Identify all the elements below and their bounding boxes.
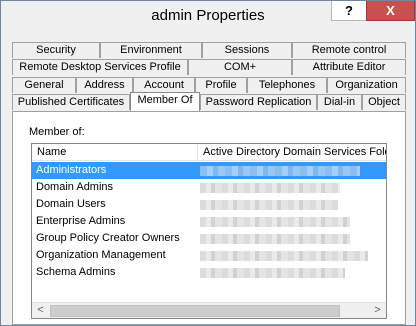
member-of-label: Member of: — [29, 126, 85, 138]
tab-attribute-editor[interactable]: Attribute Editor — [292, 59, 406, 75]
title-bar[interactable]: admin Properties ? X — [1, 1, 415, 32]
scrollbar-thumb[interactable] — [50, 305, 340, 317]
left-arrow-icon[interactable]: < — [32, 303, 49, 318]
redacted-folder-path — [200, 217, 350, 227]
properties-window: admin Properties ? X Security Environmen… — [0, 0, 416, 326]
group-name: Schema Admins — [36, 266, 116, 278]
help-button[interactable]: ? — [331, 1, 367, 21]
list-item[interactable]: Organization Management — [32, 247, 386, 264]
tab-sessions[interactable]: Sessions — [202, 42, 292, 58]
horizontal-scrollbar[interactable]: < > — [32, 302, 386, 318]
tab-com-plus[interactable]: COM+ — [188, 59, 292, 75]
group-name: Organization Management — [36, 249, 166, 261]
group-name: Group Policy Creator Owners — [36, 232, 180, 244]
list-item[interactable]: Group Policy Creator Owners — [32, 230, 386, 247]
column-header-folder[interactable]: Active Directory Domain Services Folder — [198, 144, 386, 161]
redacted-folder-path — [200, 268, 345, 278]
list-item[interactable]: Domain Admins — [32, 179, 386, 196]
redacted-folder-path — [200, 234, 350, 244]
group-name: Domain Users — [36, 198, 106, 210]
close-button[interactable]: X — [366, 1, 415, 21]
column-header-name[interactable]: Name — [32, 144, 198, 161]
tab-account[interactable]: Account — [133, 77, 195, 93]
group-name: Enterprise Admins — [36, 215, 126, 227]
tab-profile[interactable]: Profile — [195, 77, 247, 93]
tab-remote-desktop-services-profile[interactable]: Remote Desktop Services Profile — [12, 59, 188, 75]
tab-remote-control[interactable]: Remote control — [292, 42, 406, 58]
tab-environment[interactable]: Environment — [100, 42, 202, 58]
list-item[interactable]: Schema Admins — [32, 264, 386, 281]
list-item[interactable]: Administrators — [32, 162, 386, 179]
tab-object[interactable]: Object — [362, 94, 406, 110]
group-name: Domain Admins — [36, 181, 114, 193]
tab-organization[interactable]: Organization — [327, 77, 406, 93]
redacted-folder-path — [200, 200, 338, 210]
tab-published-certificates[interactable]: Published Certificates — [12, 94, 130, 110]
list-header: Name Active Directory Domain Services Fo… — [32, 144, 386, 161]
tab-dial-in[interactable]: Dial-in — [317, 94, 362, 110]
right-arrow-icon[interactable]: > — [369, 303, 386, 318]
member-of-list[interactable]: Name Active Directory Domain Services Fo… — [31, 143, 387, 319]
redacted-folder-path — [200, 251, 368, 261]
group-name: Administrators — [36, 164, 107, 176]
list-item[interactable]: Enterprise Admins — [32, 213, 386, 230]
tab-member-of[interactable]: Member Of — [130, 92, 200, 111]
tab-security[interactable]: Security — [12, 42, 100, 58]
tab-address[interactable]: Address — [76, 77, 133, 93]
redacted-folder-path — [200, 183, 340, 193]
tab-general[interactable]: General — [12, 77, 76, 93]
tab-password-replication[interactable]: Password Replication — [200, 94, 317, 110]
redacted-folder-path — [200, 166, 360, 176]
tab-telephones[interactable]: Telephones — [247, 77, 327, 93]
list-item[interactable]: Domain Users — [32, 196, 386, 213]
